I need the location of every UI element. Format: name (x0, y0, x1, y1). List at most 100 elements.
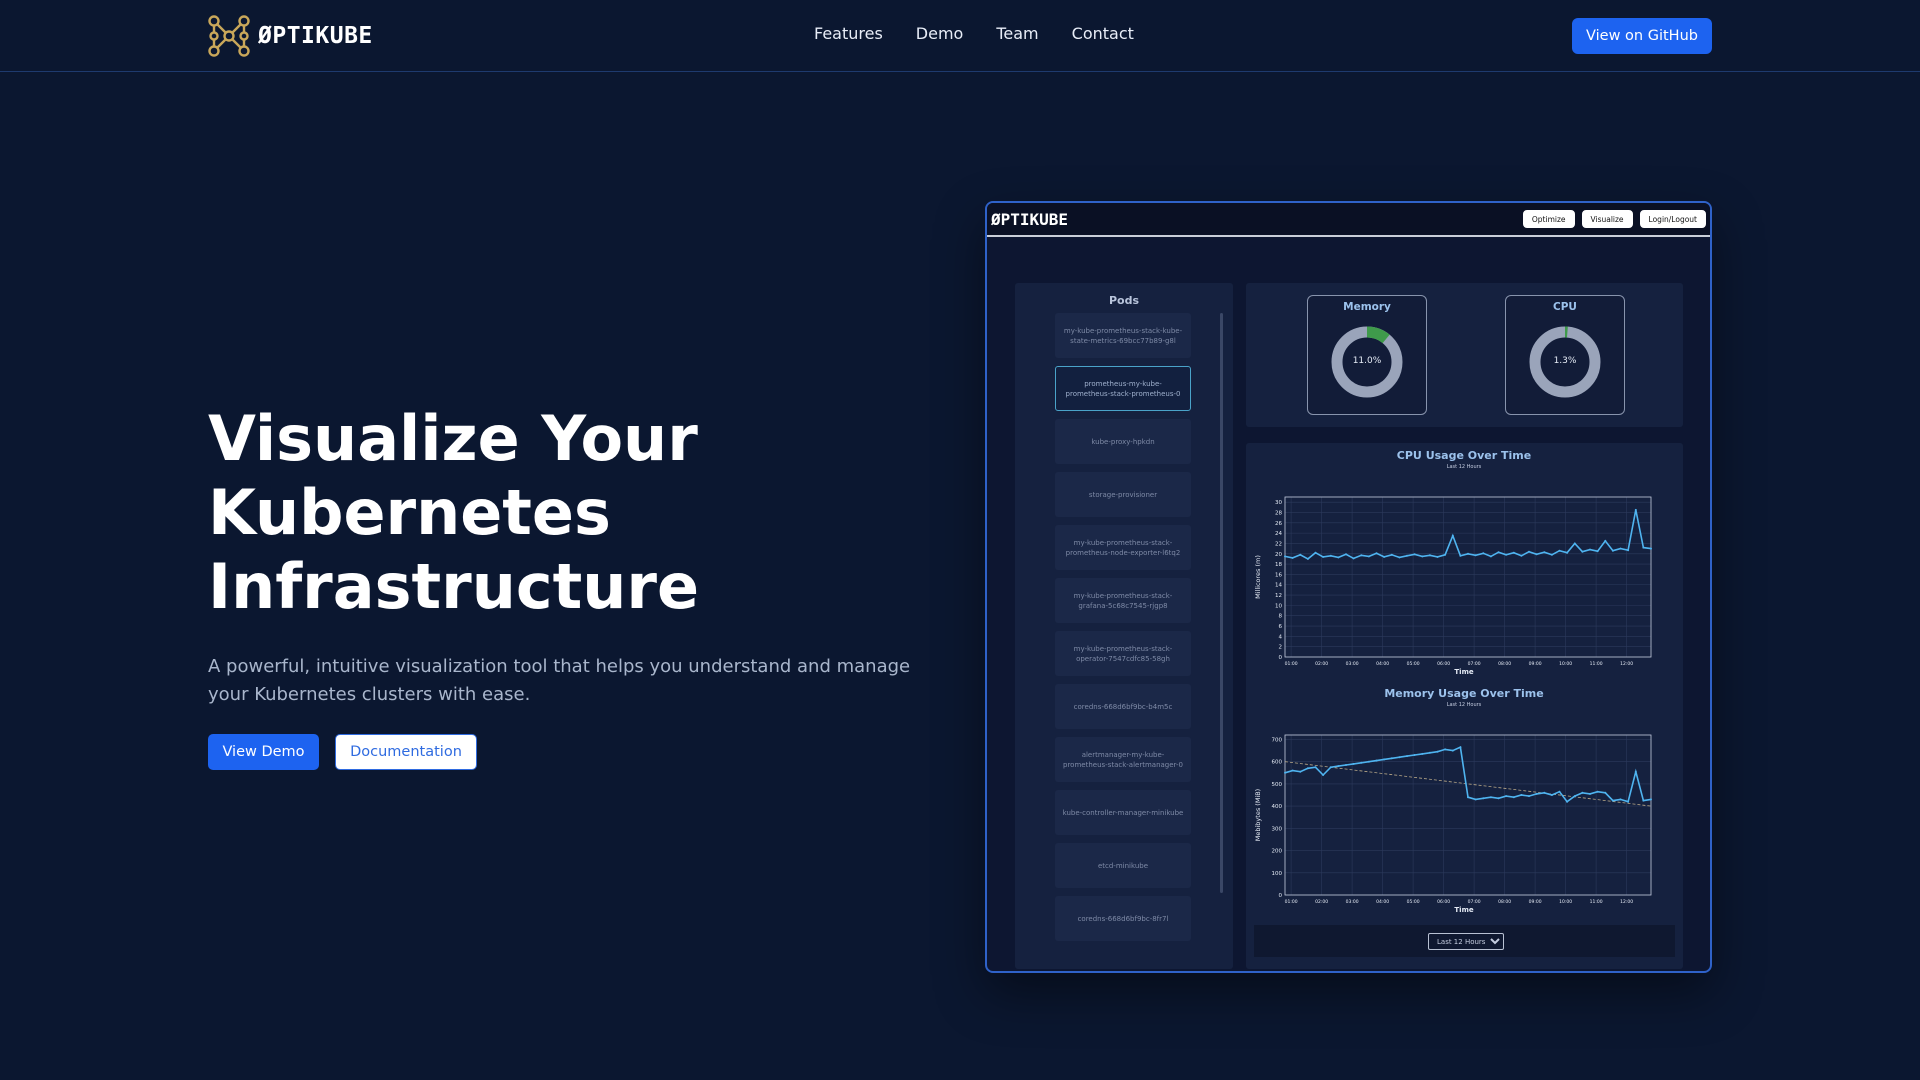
data-point (1650, 547, 1652, 550)
x-tick-label: 05:00 (1407, 899, 1420, 905)
y-axis-label: Millicores (m) (1254, 555, 1262, 599)
x-axis-label: Time (1454, 668, 1473, 676)
data-point (1520, 794, 1523, 796)
data-point (1650, 798, 1652, 801)
data-point (1482, 797, 1485, 800)
time-range-bar: Last 12 Hours (1254, 925, 1675, 957)
x-axis-label: Time (1454, 906, 1473, 914)
data-point (1428, 751, 1431, 754)
pod-item[interactable]: kube-proxy-hpkdn (1055, 419, 1191, 464)
y-tick-label: 8 (1279, 614, 1283, 620)
y-tick-label: 20 (1275, 552, 1282, 558)
visualize-button[interactable]: Visualize (1581, 210, 1633, 228)
data-point (1474, 554, 1477, 557)
data-point (1291, 556, 1294, 559)
data-point (1558, 790, 1561, 793)
data-point (1329, 554, 1332, 557)
data-point (1467, 552, 1469, 555)
data-point (1627, 549, 1630, 552)
data-point (1345, 553, 1347, 556)
app-preview: ØPTIKUBE Optimize Visualize Login/Logout… (985, 201, 1712, 973)
memory-gauge-value: 11.0% (1352, 356, 1382, 366)
y-tick-label: 500 (1272, 782, 1283, 788)
data-point (1421, 555, 1424, 558)
y-tick-label: 100 (1272, 871, 1283, 877)
x-tick-label: 12:00 (1620, 661, 1633, 667)
documentation-button[interactable]: Documentation (335, 734, 477, 770)
pod-item[interactable]: coredns-668d6bf9bc-b4m5c (1055, 684, 1191, 729)
pod-item[interactable]: coredns-668d6bf9bc-8fr7l (1055, 896, 1191, 941)
data-point (1528, 795, 1530, 798)
data-point (1398, 756, 1401, 759)
nav-team[interactable]: Team (996, 24, 1038, 43)
view-demo-button[interactable]: View Demo (208, 734, 319, 770)
data-point (1543, 551, 1546, 554)
login-logout-button[interactable]: Login/Logout (1639, 210, 1706, 228)
data-point (1596, 790, 1599, 793)
pod-item[interactable]: my-kube-prometheus-stack-operator-7547cd… (1055, 631, 1191, 676)
data-point (1322, 555, 1325, 558)
brand[interactable]: ØPTIKUBE (208, 15, 373, 57)
x-tick-label: 11:00 (1590, 899, 1603, 905)
data-point (1436, 750, 1439, 753)
data-point (1581, 550, 1584, 553)
optimize-button[interactable]: Optimize (1522, 210, 1575, 228)
data-point (1444, 748, 1447, 751)
view-on-github-button[interactable]: View on GitHub (1572, 18, 1712, 54)
charts-panel: CPU Usage Over Time Last 12 Hours 0 2 4 6 8 10 1… (1246, 443, 1683, 969)
hero-title: Visualize Your Kubernetes Infrastructure (208, 402, 928, 624)
y-axis-label: Mebibytes (MiB) (1254, 789, 1262, 841)
nav-features[interactable]: Features (814, 24, 883, 43)
nav-contact[interactable]: Contact (1072, 24, 1134, 43)
pod-item[interactable]: kube-controller-manager-minikube (1055, 790, 1191, 835)
data-point (1390, 553, 1393, 556)
data-point (1497, 551, 1500, 554)
data-point (1505, 553, 1508, 556)
data-point (1360, 761, 1363, 764)
x-tick-label: 04:00 (1376, 899, 1389, 905)
pod-item[interactable]: my-kube-prometheus-stack-grafana-5c68c75… (1055, 578, 1191, 623)
x-tick-label: 09:00 (1529, 899, 1542, 905)
x-tick-label: 12:00 (1620, 899, 1633, 905)
y-tick-label: 4 (1279, 634, 1283, 640)
time-range-select[interactable]: Last 12 Hours (1428, 933, 1504, 950)
data-point (1352, 557, 1355, 560)
pod-item[interactable]: storage-provisioner (1055, 472, 1191, 517)
data-point (1398, 556, 1401, 559)
pod-item[interactable]: alertmanager-my-kube-prometheus-stack-al… (1055, 737, 1191, 782)
x-tick-label: 04:00 (1376, 661, 1389, 667)
x-tick-label: 05:00 (1407, 661, 1420, 667)
data-point (1444, 553, 1447, 556)
pod-item[interactable]: etcd-minikube (1055, 843, 1191, 888)
data-point (1611, 799, 1614, 802)
data-point (1345, 764, 1347, 766)
pod-item[interactable]: my-kube-prometheus-stack-prometheus-node… (1055, 525, 1191, 570)
y-tick-label: 14 (1275, 583, 1282, 589)
data-point (1573, 542, 1576, 545)
data-point (1627, 800, 1630, 803)
nav-demo[interactable]: Demo (916, 24, 964, 43)
data-point (1589, 792, 1591, 795)
data-point (1512, 796, 1515, 799)
data-point (1589, 548, 1591, 551)
data-point (1299, 553, 1302, 556)
data-point (1528, 550, 1530, 553)
x-tick-label: 07:00 (1468, 661, 1481, 667)
x-tick-label: 10:00 (1559, 661, 1572, 667)
pods-panel: Pods my-kube-prometheus-stack-kube-state… (1015, 283, 1233, 969)
data-point (1360, 554, 1363, 557)
x-tick-label: 08:00 (1498, 661, 1511, 667)
pod-item[interactable]: my-kube-prometheus-stack-kube-state-metr… (1055, 313, 1191, 358)
y-tick-label: 30 (1275, 500, 1282, 506)
data-point (1566, 800, 1569, 803)
data-point (1337, 556, 1340, 559)
hero-subtitle: A powerful, intuitive visualization tool… (208, 653, 938, 709)
data-point (1436, 555, 1439, 558)
hero-title-line: Visualize Your (208, 402, 698, 475)
chart-title: Memory Usage Over Time (1384, 687, 1543, 700)
data-point (1284, 771, 1286, 774)
data-point (1375, 552, 1378, 555)
chart-title: CPU Usage Over Time (1397, 449, 1531, 462)
pod-item[interactable]: prometheus-my-kube-prometheus-stack-prom… (1055, 366, 1191, 411)
pods-scrollbar[interactable] (1220, 313, 1223, 893)
